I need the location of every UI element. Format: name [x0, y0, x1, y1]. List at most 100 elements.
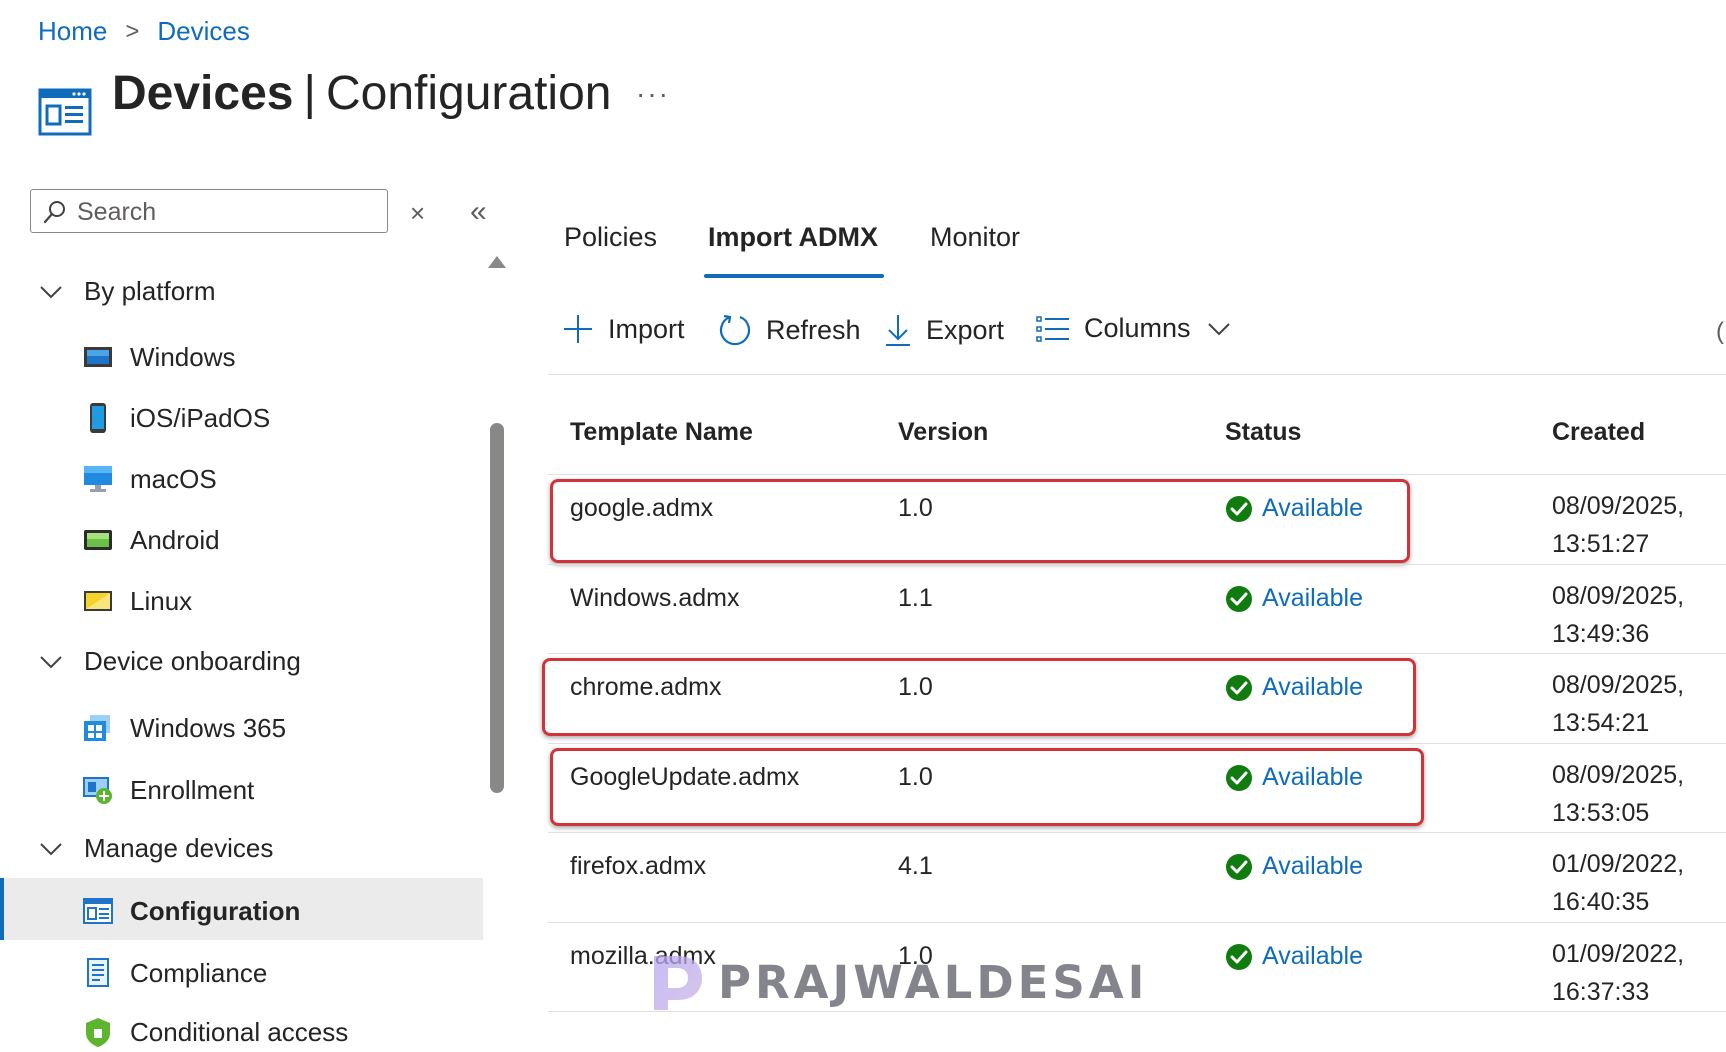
- chevron-down-icon: [40, 655, 62, 668]
- created-date: 01/09/2022,: [1552, 940, 1685, 968]
- check-circle-icon: [1226, 943, 1252, 970]
- check-circle-icon: [1226, 585, 1252, 612]
- created-cell: 01/09/2022, 16:37:33: [1552, 935, 1684, 1011]
- watermark: PRAJWALDESAI: [648, 952, 1148, 1012]
- created-cell: 08/09/2025, 13:54:21: [1552, 666, 1684, 742]
- configuration-icon: [83, 898, 113, 924]
- status-link[interactable]: Available: [1262, 673, 1363, 702]
- sidebar-item-ios[interactable]: iOS/iPadOS: [82, 398, 270, 438]
- row-divider: [548, 743, 1726, 744]
- overflow-edge-icon: (: [1716, 318, 1724, 345]
- template-name-cell[interactable]: firefox.admx: [570, 852, 706, 881]
- windows-device-icon: [84, 347, 112, 367]
- status-cell[interactable]: Available: [1225, 584, 1363, 613]
- breadcrumb: Home > Devices: [38, 16, 250, 47]
- check-circle-icon: [1226, 764, 1252, 791]
- sidebar-item-enrollment[interactable]: Enrollment: [82, 770, 254, 810]
- nav-group-manage-devices[interactable]: Manage devices: [38, 833, 273, 864]
- import-button[interactable]: Import: [562, 313, 685, 345]
- active-tab-indicator: [704, 274, 884, 278]
- check-circle-icon: [1226, 495, 1252, 522]
- created-date: 08/09/2025,: [1552, 761, 1685, 789]
- sidebar-item-conditional-access[interactable]: Conditional access: [82, 1012, 348, 1052]
- search-icon: [43, 201, 65, 224]
- version-cell: 1.1: [898, 584, 933, 612]
- version-cell: 1.0: [898, 494, 933, 522]
- status-cell[interactable]: Available: [1225, 673, 1363, 702]
- configuration-page-icon: [38, 88, 92, 136]
- column-header-template-name[interactable]: Template Name: [570, 418, 753, 447]
- collapse-sidebar-button[interactable]: «: [470, 195, 487, 229]
- version-cell: 4.1: [898, 852, 933, 880]
- column-header-version[interactable]: Version: [898, 418, 988, 447]
- template-name-cell[interactable]: google.admx: [570, 494, 713, 523]
- tab-import-admx[interactable]: Import ADMX: [708, 222, 878, 253]
- breadcrumb-separator: >: [125, 17, 140, 45]
- sidebar-scrollbar-thumb[interactable]: [490, 423, 504, 793]
- export-button[interactable]: Export: [884, 313, 1004, 347]
- column-header-status[interactable]: Status: [1225, 418, 1301, 447]
- status-cell[interactable]: Available: [1225, 852, 1363, 881]
- created-cell: 08/09/2025, 13:49:36: [1552, 577, 1684, 653]
- sidebar-item-configuration[interactable]: Configuration: [82, 891, 300, 931]
- created-cell: 01/09/2022, 16:40:35: [1552, 845, 1684, 921]
- sidebar-item-windows[interactable]: Windows: [82, 337, 235, 377]
- template-name-cell[interactable]: chrome.admx: [570, 673, 721, 702]
- page-title: Devices | Configuration: [112, 67, 612, 120]
- watermark-text: PRAJWALDESAI: [718, 955, 1149, 1009]
- compliance-icon: [87, 958, 109, 987]
- plus-icon: [564, 315, 592, 343]
- status-link[interactable]: Available: [1262, 494, 1363, 523]
- refresh-button[interactable]: Refresh: [718, 313, 861, 347]
- created-date: 08/09/2025,: [1552, 492, 1685, 520]
- nav-group-device-onboarding[interactable]: Device onboarding: [38, 646, 301, 677]
- created-time: 16:37:33: [1552, 978, 1650, 1006]
- status-link[interactable]: Available: [1262, 763, 1363, 792]
- more-options-button[interactable]: ···: [636, 78, 670, 110]
- row-divider: [548, 564, 1726, 565]
- columns-button[interactable]: Columns: [1036, 313, 1245, 344]
- header-divider: [548, 474, 1726, 475]
- breadcrumb-home-link[interactable]: Home: [38, 16, 107, 47]
- sidebar-item-compliance[interactable]: Compliance: [82, 953, 267, 993]
- sidebar-item-macos[interactable]: macOS: [82, 459, 217, 499]
- sidebar-item-windows-365[interactable]: Windows 365: [82, 708, 286, 748]
- active-item-indicator: [0, 878, 4, 940]
- list-icon: [1036, 315, 1069, 342]
- status-cell[interactable]: Available: [1225, 763, 1363, 792]
- status-link[interactable]: Available: [1262, 852, 1363, 881]
- row-divider: [548, 922, 1726, 923]
- check-circle-icon: [1226, 853, 1252, 880]
- tab-monitor[interactable]: Monitor: [930, 222, 1020, 253]
- status-cell[interactable]: Available: [1225, 942, 1363, 971]
- template-name-cell[interactable]: Windows.admx: [570, 584, 740, 613]
- sidebar-search: [30, 189, 388, 233]
- sidebar-item-android[interactable]: Android: [82, 520, 220, 560]
- status-link[interactable]: Available: [1262, 584, 1363, 613]
- macos-device-icon: [84, 466, 112, 492]
- enrollment-icon: [83, 777, 112, 804]
- chevron-down-icon: [1207, 322, 1230, 335]
- nav-group-by-platform[interactable]: By platform: [38, 276, 216, 307]
- template-name-cell[interactable]: GoogleUpdate.admx: [570, 763, 799, 792]
- created-time: 13:54:21: [1552, 709, 1650, 737]
- column-header-created[interactable]: Created: [1552, 418, 1645, 447]
- created-date: 08/09/2025,: [1552, 671, 1685, 699]
- scroll-up-arrow[interactable]: [488, 256, 506, 268]
- clear-search-button[interactable]: ×: [410, 198, 425, 229]
- version-cell: 1.0: [898, 763, 933, 791]
- chevron-down-icon: [40, 842, 62, 855]
- linux-device-icon: [84, 591, 112, 611]
- status-cell[interactable]: Available: [1225, 494, 1363, 523]
- created-time: 16:40:35: [1552, 888, 1650, 916]
- windows-365-icon: [84, 715, 110, 741]
- row-divider: [548, 653, 1726, 654]
- sidebar-item-linux[interactable]: Linux: [82, 581, 192, 621]
- status-link[interactable]: Available: [1262, 942, 1363, 971]
- breadcrumb-devices-link[interactable]: Devices: [157, 16, 249, 47]
- search-input[interactable]: [75, 196, 379, 228]
- created-cell: 08/09/2025, 13:53:05: [1552, 756, 1684, 832]
- conditional-access-icon: [86, 1018, 110, 1047]
- check-circle-icon: [1226, 674, 1252, 701]
- tab-policies[interactable]: Policies: [564, 222, 657, 253]
